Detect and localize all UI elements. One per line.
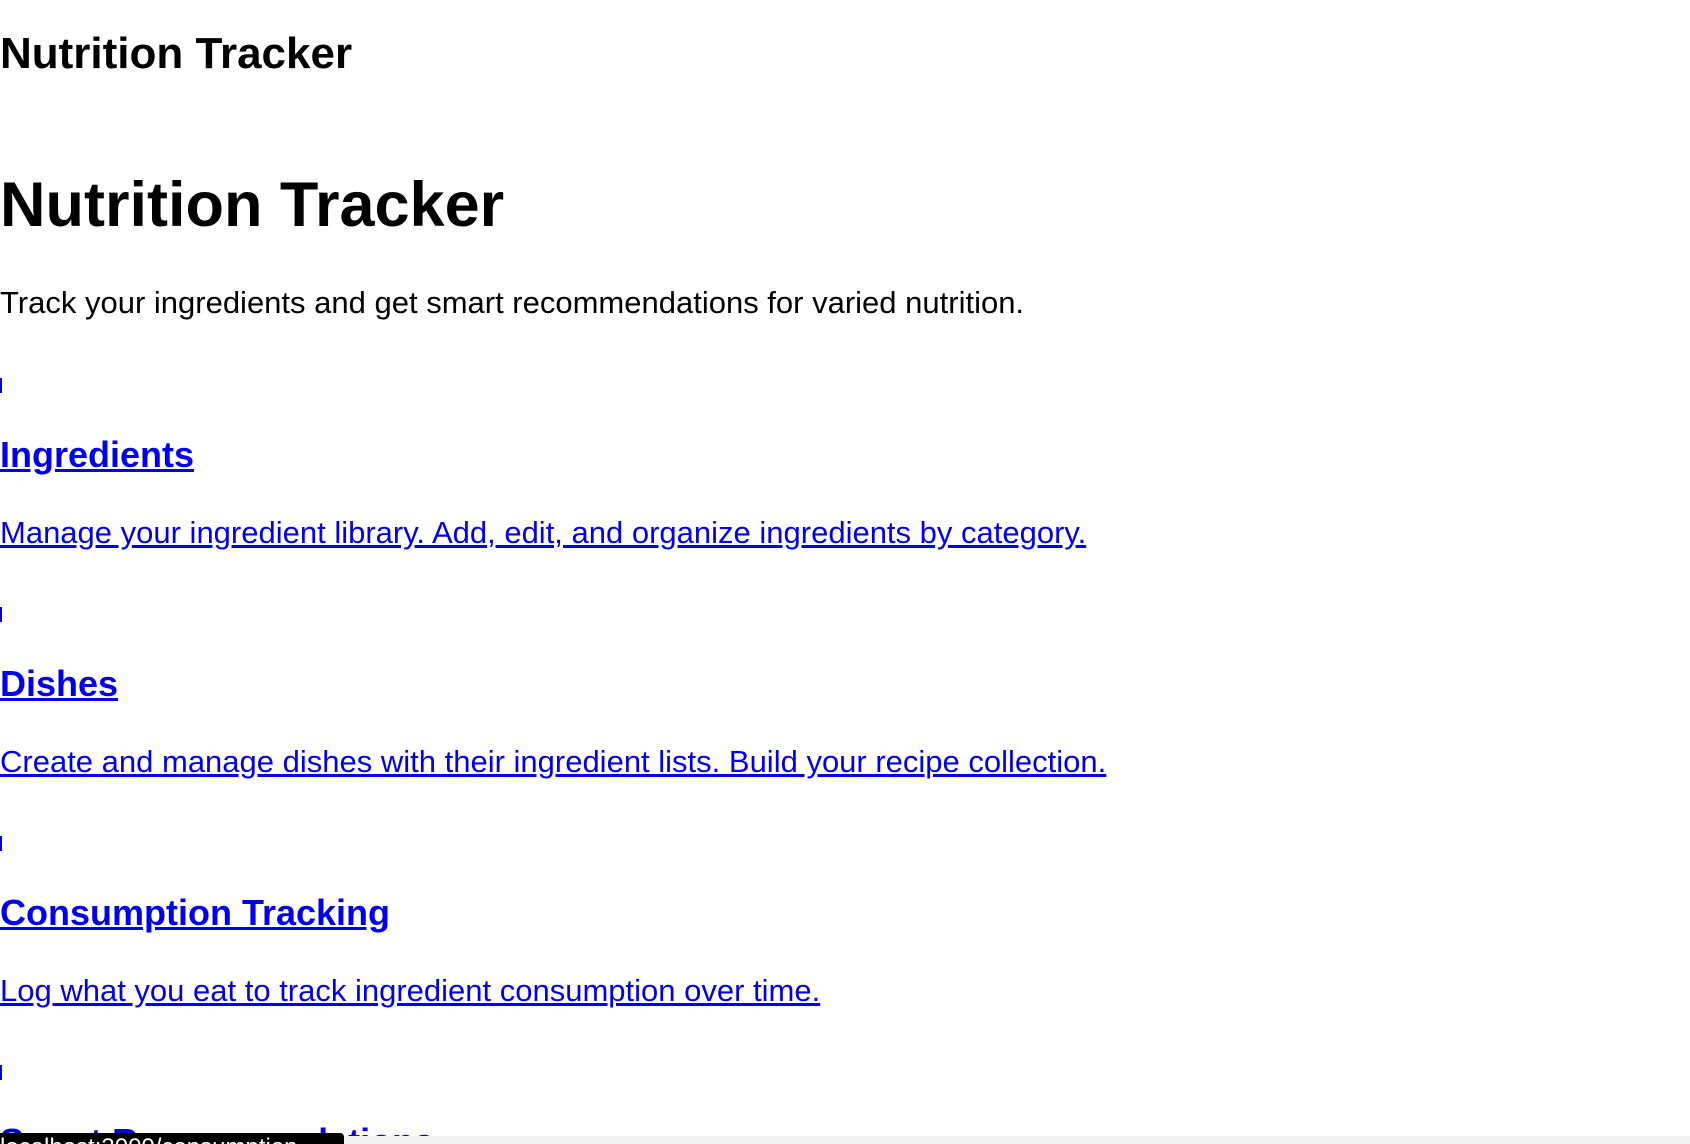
card-title: Dishes <box>0 663 119 704</box>
card-marker <box>0 836 2 851</box>
page-title: Nutrition Tracker <box>0 170 505 240</box>
card-description: Create and manage dishes with their ingr… <box>0 744 1107 779</box>
site-title: Nutrition Tracker <box>0 29 353 78</box>
card-description: Manage your ingredient library. Add, edi… <box>0 515 1087 550</box>
page: Nutrition Tracker Nutrition Tracker Trac… <box>0 0 1690 1144</box>
card-marker <box>0 1065 2 1080</box>
card-marker <box>0 607 2 622</box>
page-tagline: Track your ingredients and get smart rec… <box>0 285 1025 320</box>
link-status-bar: localhost:3000/consumption <box>0 1133 344 1144</box>
card-marker <box>0 378 2 393</box>
card-description: Log what you eat to track ingredient con… <box>0 973 821 1008</box>
card-title: Consumption Tracking <box>0 892 391 933</box>
card-title: Ingredients <box>0 434 195 475</box>
